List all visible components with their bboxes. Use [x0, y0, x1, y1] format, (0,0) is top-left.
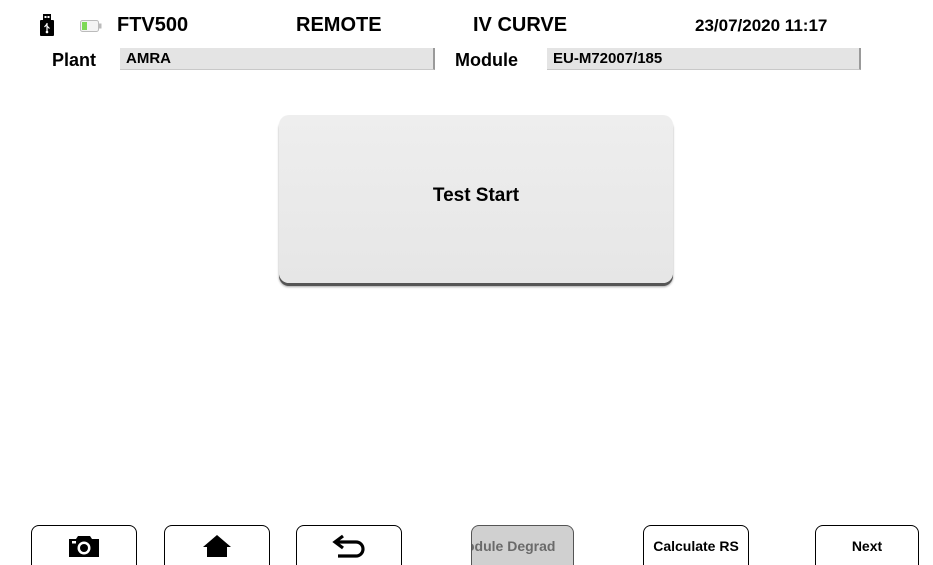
mode-label: REMOTE	[296, 14, 382, 36]
screen-title: IV CURVE	[473, 14, 568, 36]
module-degradation-button[interactable]: odule Degrad	[471, 525, 574, 565]
plant-label: Plant	[52, 50, 97, 70]
module-degradation-label: odule Degrad	[471, 537, 556, 554]
datetime: 23/07/2020 11:17	[695, 16, 828, 35]
plant-field[interactable]: AMRA	[120, 48, 435, 70]
back-button[interactable]	[296, 525, 402, 565]
calculate-rs-button[interactable]: Calculate RS	[643, 525, 749, 565]
camera-icon	[68, 534, 100, 558]
module-label: Module	[455, 50, 518, 70]
back-arrow-icon	[332, 534, 366, 558]
module-field[interactable]: EU-M72007/185	[547, 48, 861, 70]
next-button[interactable]: Next	[815, 525, 919, 565]
calculate-rs-label: Calculate RS	[653, 537, 739, 554]
home-button[interactable]	[164, 525, 270, 565]
usb-icon	[40, 14, 54, 36]
test-start-button[interactable]: Test Start	[279, 115, 673, 283]
home-icon	[202, 534, 232, 558]
device-name: FTV500	[117, 14, 189, 36]
test-start-label: Test Start	[432, 185, 520, 206]
battery-icon	[80, 20, 102, 32]
camera-button[interactable]	[31, 525, 137, 565]
next-label: Next	[851, 537, 883, 554]
